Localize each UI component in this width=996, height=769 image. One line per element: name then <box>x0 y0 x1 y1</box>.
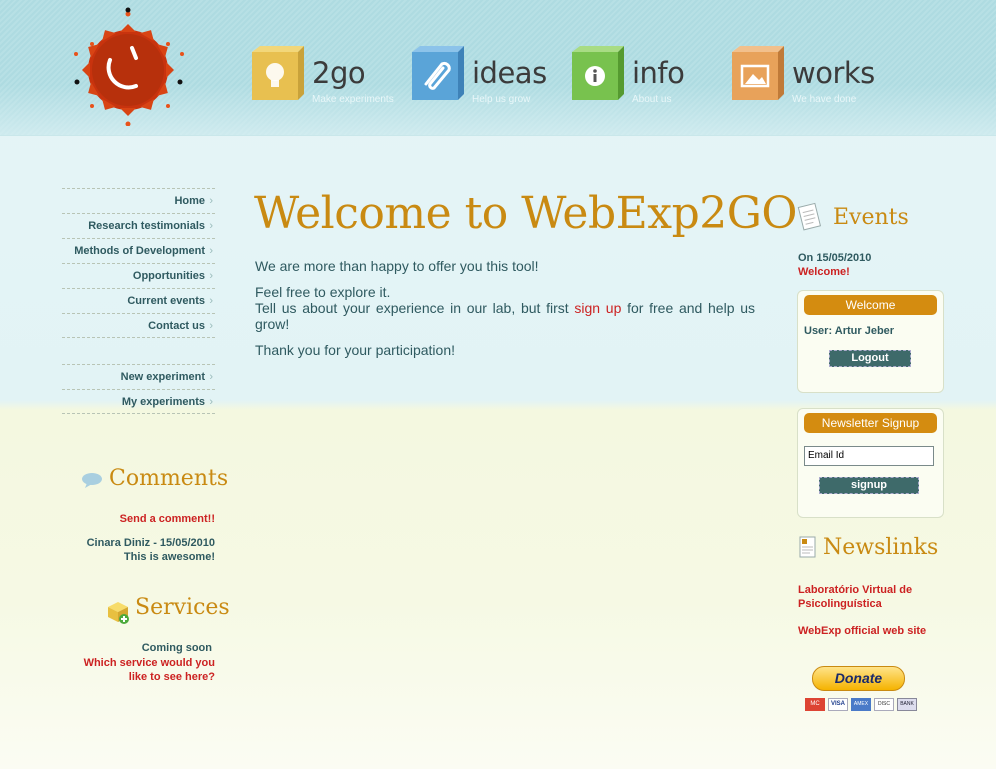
lab-virtual-link[interactable]: Laboratório Virtual de Psicolinguística <box>798 583 912 611</box>
newsletter-box-header: Newsletter Signup <box>804 413 937 433</box>
nav-title: 2go <box>312 56 366 90</box>
comment-author: Cinara Diniz - 15/05/2010 <box>86 537 215 549</box>
menu-item-opportunities[interactable]: Opportunities <box>62 263 215 289</box>
discover-icon: DISC <box>874 698 894 711</box>
logged-in-user: User: Artur Jeber <box>804 325 895 337</box>
menu-item-my-experiments[interactable]: My experiments <box>62 389 215 415</box>
logout-button[interactable]: Logout <box>829 350 911 367</box>
thanks-paragraph: Thank you for your participation! <box>255 342 455 358</box>
visa-icon: VISA <box>828 698 848 711</box>
menu-item-home[interactable]: Home <box>62 188 215 214</box>
send-comment-link[interactable]: Send a comment!! <box>120 513 215 525</box>
menu-item-current-events[interactable]: Current events <box>62 288 215 314</box>
speech-bubble-icon <box>82 473 102 488</box>
nav-subtitle: About us <box>632 94 672 105</box>
event-date: On 15/05/2010 <box>798 252 872 264</box>
signup-button[interactable]: signup <box>819 477 919 494</box>
nav-subtitle: Make experiments <box>312 94 394 105</box>
newslinks-heading: Newslinks <box>823 535 939 560</box>
amex-icon: AMEX <box>851 698 871 711</box>
main-content: We are more than happy to offer you this… <box>255 258 755 368</box>
services-heading: Services <box>135 595 230 620</box>
nav-works[interactable]: works We have done <box>732 46 892 126</box>
package-add-icon <box>108 602 129 624</box>
nav-subtitle: We have done <box>792 94 857 105</box>
info-icon <box>572 46 624 100</box>
nav-2go[interactable]: 2go Make experiments <box>252 46 412 126</box>
menu-item-research-testimonials[interactable]: Research testimonials <box>62 213 215 239</box>
lightbulb-icon <box>252 46 304 100</box>
lab-link-line2: Psicolinguística <box>798 598 882 610</box>
experiment-menu: New experiment My experiments <box>62 364 215 415</box>
page-title: Welcome to WebExp2GO <box>254 188 797 239</box>
comments-heading: Comments <box>109 466 229 491</box>
services-question-line2: like to see here? <box>128 671 215 683</box>
services-coming-soon: Coming soon <box>141 642 212 654</box>
nav-ideas[interactable]: ideas Help us grow <box>412 46 572 126</box>
nav-subtitle: Help us grow <box>472 94 531 105</box>
paperclip-icon <box>412 46 464 100</box>
services-question-line1: Which service would you <box>83 657 215 669</box>
picture-icon <box>732 46 784 100</box>
newsletter-box: Newsletter Signup Email Id signup <box>797 408 944 518</box>
bank-icon: BANK <box>897 698 917 711</box>
explore-paragraph: Feel free to explore it. Tell us about y… <box>255 284 755 332</box>
explore-text-before: Tell us about your experience in our lab… <box>255 300 575 316</box>
welcome-box-header: Welcome <box>804 295 937 315</box>
email-field[interactable]: Email Id <box>804 446 934 466</box>
webexp-official-link[interactable]: WebExp official web site <box>798 625 926 637</box>
welcome-box: Welcome User: Artur Jeber Logout <box>797 290 944 393</box>
donate-button[interactable]: Donate <box>812 666 905 691</box>
explore-line: Feel free to explore it. <box>255 284 391 300</box>
nav-title: works <box>792 56 875 90</box>
lab-link-line1: Laboratório Virtual de <box>798 584 913 596</box>
comment-text: This is awesome! <box>123 551 215 563</box>
menu-item-new-experiment[interactable]: New experiment <box>62 364 215 390</box>
event-item-link[interactable]: Welcome! <box>798 266 850 278</box>
nav-title: info <box>632 56 685 90</box>
news-document-icon <box>799 536 816 558</box>
intro-paragraph: We are more than happy to offer you this… <box>255 258 539 274</box>
menu-item-contact-us[interactable]: Contact us <box>62 313 215 339</box>
nav-title: ideas <box>472 56 547 90</box>
sign-up-link[interactable]: sign up <box>574 300 621 316</box>
payment-cards: MC VISA AMEX DISC BANK <box>805 698 917 711</box>
nav-info[interactable]: info About us <box>572 46 732 126</box>
sun-logo-icon[interactable] <box>68 6 188 126</box>
document-icon <box>797 202 822 231</box>
services-question-link[interactable]: Which service would you like to see here… <box>84 656 215 684</box>
menu-item-methods-of-development[interactable]: Methods of Development <box>62 238 215 264</box>
events-heading: Events <box>833 205 909 230</box>
mastercard-icon: MC <box>805 698 825 711</box>
left-menu: Home Research testimonials Methods of De… <box>62 188 215 339</box>
